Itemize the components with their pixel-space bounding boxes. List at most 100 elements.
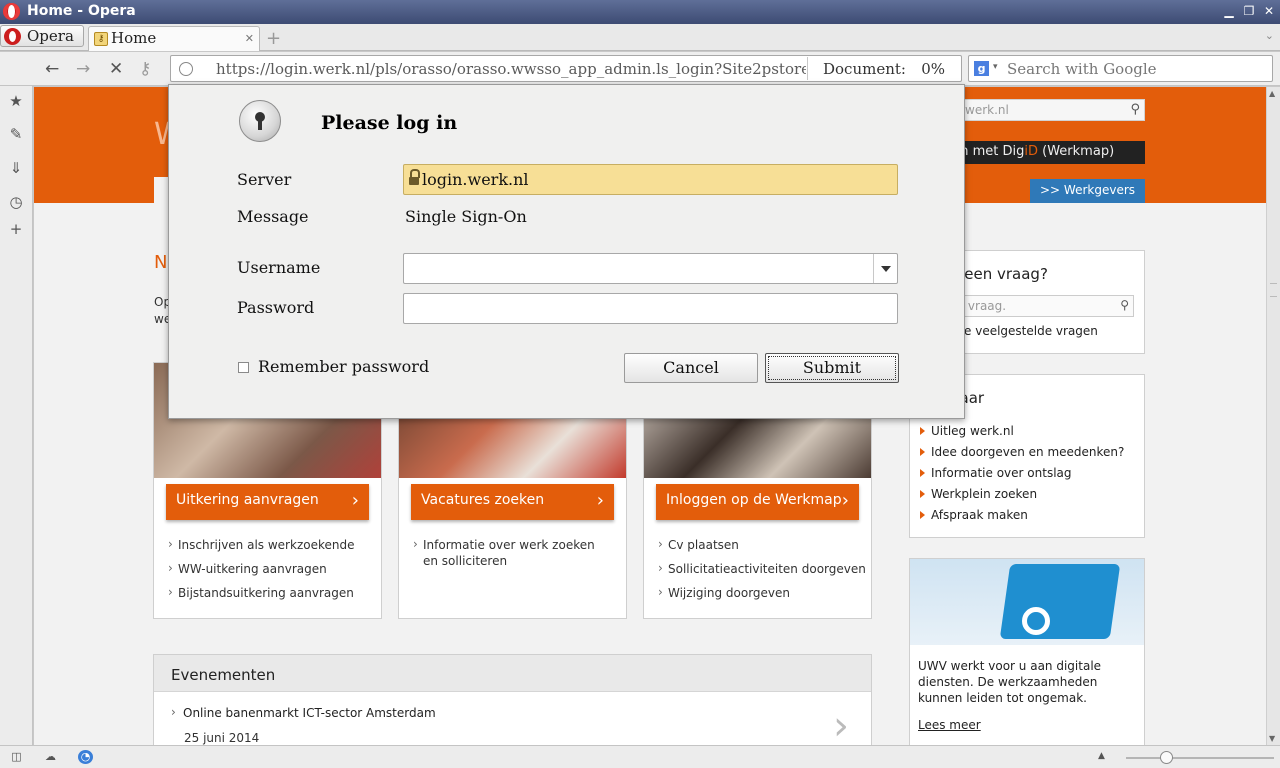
- tile-link[interactable]: Inschrijven als werkzoekende: [168, 536, 354, 553]
- navigation-bar: ← → ✕ ⚷ https://login.werk.nl/pls/orasso…: [0, 52, 1280, 86]
- history-clock-icon[interactable]: ◷: [8, 194, 24, 210]
- toolbox-illustration: [910, 559, 1144, 645]
- progress-label: Document:: [823, 60, 906, 78]
- digid-suffix: (Werkmap): [1038, 144, 1115, 159]
- search-input[interactable]: [1007, 59, 1267, 79]
- restore-icon[interactable]: ❐: [1242, 4, 1256, 18]
- tile-link[interactable]: Cv plaatsen: [658, 536, 866, 553]
- vertical-scrollbar[interactable]: ▲ ▼: [1266, 87, 1280, 745]
- tile-link[interactable]: Wijziging doorgeven: [658, 584, 866, 601]
- zoom-slider-knob[interactable]: [1160, 751, 1173, 764]
- tile-links: Cv plaatsen Sollicitatieactiviteiten doo…: [658, 536, 866, 609]
- password-label: Password: [237, 298, 315, 317]
- chevron-right-icon[interactable]: ›: [833, 703, 849, 745]
- naar-link[interactable]: Werkplein zoeken: [920, 487, 1124, 508]
- tile-links: Informatie over werk zoeken en sollicite…: [413, 536, 613, 577]
- turbo-icon[interactable]: ◔: [78, 750, 93, 764]
- window-title-bar: Home - Opera ▁ ❐ ✕: [0, 0, 1280, 24]
- close-tab-icon[interactable]: ✕: [245, 32, 254, 45]
- close-window-icon[interactable]: ✕: [1262, 4, 1276, 18]
- status-bar: ◫ ☁ ◔ ▲: [0, 745, 1280, 768]
- address-bar[interactable]: https://login.werk.nl/pls/orasso/orasso.…: [170, 55, 962, 82]
- remember-password-checkbox[interactable]: [238, 362, 249, 373]
- tile-link[interactable]: WW-uitkering aanvragen: [168, 560, 354, 577]
- submit-button[interactable]: Submit: [765, 353, 899, 383]
- chevron-right-icon: ›: [351, 490, 359, 511]
- password-field[interactable]: [403, 293, 898, 324]
- notes-icon[interactable]: ✎: [8, 126, 24, 142]
- faq-link[interactable]: alle veelgestelde vragen: [950, 324, 1098, 338]
- google-icon[interactable]: g: [974, 61, 989, 76]
- wand-key-icon[interactable]: ⚷: [139, 59, 151, 79]
- cta-label: Vacatures zoeken: [421, 492, 545, 508]
- bookmarks-star-icon[interactable]: ★: [8, 93, 24, 109]
- progress-value: 0%: [921, 60, 945, 78]
- add-panel-icon[interactable]: +: [8, 221, 24, 237]
- events-panel: Evenementen Online banenmarkt ICT-sector…: [153, 654, 872, 745]
- unite-cloud-icon[interactable]: ☁: [43, 750, 58, 764]
- cancel-button[interactable]: Cancel: [624, 353, 758, 383]
- scroll-up-icon[interactable]: ▲: [1269, 89, 1275, 98]
- back-icon[interactable]: ←: [45, 59, 59, 79]
- minimize-icon[interactable]: ▁: [1222, 4, 1236, 18]
- opera-logo-icon: [4, 28, 21, 45]
- message-value: Single Sign-On: [405, 207, 527, 226]
- tab-label: Home: [111, 29, 157, 47]
- forward-icon[interactable]: →: [76, 59, 90, 79]
- remember-password-label[interactable]: Remember password: [258, 357, 429, 376]
- username-input[interactable]: [408, 258, 868, 280]
- vacatures-zoeken-button[interactable]: Vacatures zoeken ›: [411, 484, 614, 520]
- digid-login-button[interactable]: gen met DigiD (Werkmap): [934, 141, 1145, 164]
- promo-box: UWV werkt voor u aan digitale diensten. …: [909, 558, 1145, 745]
- question-input[interactable]: v vraag. ⚲: [950, 295, 1134, 317]
- stop-icon[interactable]: ✕: [109, 59, 123, 79]
- site-info-icon[interactable]: [179, 62, 193, 76]
- toolbox-shape: [999, 564, 1121, 639]
- username-label: Username: [237, 258, 321, 277]
- address-url[interactable]: https://login.werk.nl/pls/orasso/orasso.…: [216, 60, 806, 78]
- tile-link[interactable]: Bijstandsuitkering aanvragen: [168, 584, 354, 601]
- cta-label: Inloggen op de Werkmap: [666, 492, 842, 508]
- werkgevers-tab[interactable]: >> Werkgevers: [1030, 179, 1145, 203]
- opera-menu-label: Opera: [27, 27, 74, 45]
- downloads-icon[interactable]: ⇓: [8, 160, 24, 176]
- chevron-right-icon: ›: [841, 490, 849, 511]
- tile-link[interactable]: Sollicitatieactiviteiten doorgeven: [658, 560, 866, 577]
- tile-link[interactable]: Informatie over werk zoeken en sollicite…: [413, 536, 613, 569]
- tab-bar: Opera ⚷ Home ✕ + ⌄: [0, 24, 1280, 51]
- naar-link[interactable]: Informatie over ontslag: [920, 466, 1124, 487]
- tab-menu-chevron-icon[interactable]: ⌄: [1265, 29, 1274, 42]
- dropdown-arrow-icon[interactable]: [873, 254, 897, 283]
- tab-home[interactable]: ⚷ Home ✕: [88, 26, 260, 51]
- page-heading-fragment: N: [154, 252, 168, 273]
- zoom-slider-track[interactable]: [1126, 757, 1274, 759]
- message-label: Message: [237, 207, 309, 226]
- scroll-down-icon[interactable]: ▼: [1269, 734, 1275, 743]
- chevron-right-icon: ›: [596, 490, 604, 511]
- site-search-input[interactable]: werk.nl ⚲: [954, 99, 1145, 121]
- window-title: Home - Opera: [27, 3, 136, 19]
- scroll-grip[interactable]: [1270, 283, 1277, 297]
- padlock-icon: [409, 169, 420, 186]
- new-tab-icon[interactable]: +: [266, 28, 281, 49]
- key-favicon-icon: ⚷: [94, 32, 108, 46]
- search-icon[interactable]: ⚲: [1120, 298, 1129, 312]
- naar-link[interactable]: Idee doorgeven en meedenken?: [920, 445, 1124, 466]
- server-field: login.werk.nl: [403, 164, 898, 195]
- search-box[interactable]: g ▾: [968, 55, 1273, 82]
- inloggen-werkmap-button[interactable]: Inloggen op de Werkmap ›: [656, 484, 859, 520]
- event-date: 25 juni 2014: [184, 731, 260, 745]
- event-link[interactable]: Online banenmarkt ICT-sector Amsterdam: [171, 705, 436, 720]
- username-combobox[interactable]: [403, 253, 898, 284]
- uitkering-aanvragen-button[interactable]: Uitkering aanvragen ›: [166, 484, 369, 520]
- password-input[interactable]: [408, 298, 888, 320]
- opera-menu-button[interactable]: Opera: [0, 25, 84, 47]
- naar-link[interactable]: Afspraak maken: [920, 508, 1124, 529]
- search-icon[interactable]: ⚲: [1130, 102, 1140, 117]
- naar-link[interactable]: Uitleg werk.nl: [920, 424, 1124, 445]
- panel-toggle-icon[interactable]: ◫: [9, 750, 24, 764]
- opera-logo-icon: [3, 3, 20, 20]
- view-menu-up-icon[interactable]: ▲: [1098, 751, 1105, 761]
- search-engine-dropdown-icon[interactable]: ▾: [993, 62, 998, 72]
- lees-meer-link[interactable]: Lees meer: [918, 718, 981, 732]
